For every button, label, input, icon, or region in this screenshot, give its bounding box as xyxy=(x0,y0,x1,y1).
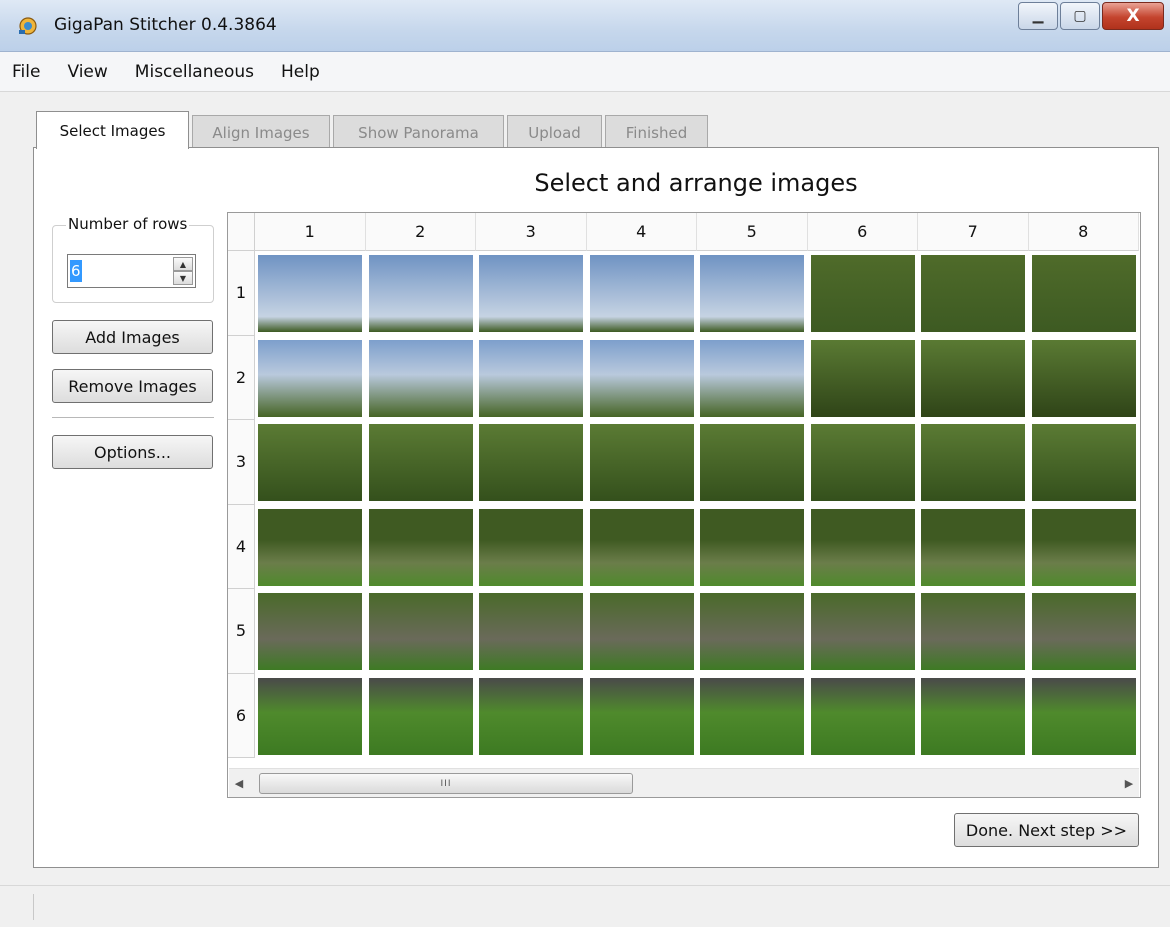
image-thumbnail[interactable] xyxy=(589,424,694,501)
maximize-button[interactable]: ▢ xyxy=(1060,2,1100,30)
image-thumbnail[interactable] xyxy=(1031,339,1136,417)
remove-images-button[interactable]: Remove Images xyxy=(52,369,213,403)
image-thumbnail[interactable] xyxy=(921,508,1025,586)
column-header: 7 xyxy=(918,213,1029,251)
row-header: 6 xyxy=(228,673,255,758)
image-thumbnail[interactable] xyxy=(1031,593,1136,670)
scroll-left-icon[interactable]: ◀ xyxy=(231,775,247,791)
image-thumbnail[interactable] xyxy=(479,677,583,755)
image-thumbnail[interactable] xyxy=(479,339,583,417)
image-thumbnail[interactable] xyxy=(700,339,804,417)
minimize-button[interactable]: ▁ xyxy=(1018,2,1058,30)
image-thumbnail[interactable] xyxy=(810,255,915,332)
scroll-right-icon[interactable]: ▶ xyxy=(1121,775,1137,791)
column-header: 1 xyxy=(255,213,366,251)
spin-down-icon[interactable]: ▼ xyxy=(173,271,193,285)
app-icon xyxy=(19,17,37,35)
image-thumbnail[interactable] xyxy=(810,339,915,417)
image-thumbnail[interactable] xyxy=(368,424,473,501)
image-thumbnail[interactable] xyxy=(368,339,473,417)
spin-up-icon[interactable]: ▲ xyxy=(173,257,193,271)
status-bar xyxy=(0,885,1170,927)
menu-help[interactable]: Help xyxy=(281,62,320,82)
options-button[interactable]: Options... xyxy=(52,435,213,469)
image-thumbnail[interactable] xyxy=(1031,508,1136,586)
image-thumbnail[interactable] xyxy=(921,593,1025,670)
row-header: 5 xyxy=(228,589,255,674)
rows-value[interactable]: 6 xyxy=(70,260,82,282)
close-button[interactable]: X xyxy=(1102,2,1164,30)
image-thumbnail[interactable] xyxy=(1031,677,1136,755)
tab-select-images[interactable]: Select Images xyxy=(36,111,189,149)
divider xyxy=(52,417,214,418)
image-thumbnail[interactable] xyxy=(479,424,583,501)
image-thumbnail[interactable] xyxy=(700,677,804,755)
title-bar: GigaPan Stitcher 0.4.3864 ▁ ▢ X xyxy=(0,0,1170,52)
image-thumbnail[interactable] xyxy=(810,593,915,670)
page-title: Select and arrange images xyxy=(534,169,858,197)
row-header: 1 xyxy=(228,251,255,336)
image-thumbnail[interactable] xyxy=(589,255,694,332)
image-thumbnail[interactable] xyxy=(258,255,362,332)
status-divider xyxy=(33,894,34,920)
grid-corner xyxy=(228,213,255,251)
row-header: 2 xyxy=(228,335,255,420)
tab-finished[interactable]: Finished xyxy=(605,115,708,149)
column-header: 3 xyxy=(476,213,587,251)
tab-upload[interactable]: Upload xyxy=(507,115,602,149)
image-thumbnail[interactable] xyxy=(700,255,804,332)
add-images-button[interactable]: Add Images xyxy=(52,320,213,354)
image-thumbnail[interactable] xyxy=(589,593,694,670)
scrollbar-thumb[interactable]: III xyxy=(259,773,633,794)
image-thumbnail[interactable] xyxy=(368,508,473,586)
row-header: 4 xyxy=(228,504,255,589)
image-thumbnail[interactable] xyxy=(700,508,804,586)
image-thumbnail[interactable] xyxy=(258,424,362,501)
image-thumbnail[interactable] xyxy=(921,255,1025,332)
menu-bar: File View Miscellaneous Help xyxy=(0,52,1170,92)
image-thumbnail[interactable] xyxy=(1031,424,1136,501)
rows-spinbox[interactable]: 6 ▲ ▼ xyxy=(67,254,196,288)
image-thumbnail[interactable] xyxy=(589,508,694,586)
column-header: 6 xyxy=(807,213,918,251)
column-header: 2 xyxy=(365,213,476,251)
image-thumbnail[interactable] xyxy=(368,255,473,332)
rows-group-label: Number of rows xyxy=(66,215,190,233)
image-thumbnail[interactable] xyxy=(589,339,694,417)
image-thumbnail[interactable] xyxy=(368,677,473,755)
image-thumbnail[interactable] xyxy=(810,424,915,501)
row-header: 3 xyxy=(228,420,255,505)
image-thumbnail[interactable] xyxy=(479,255,583,332)
column-header: 4 xyxy=(586,213,697,251)
image-thumbnail[interactable] xyxy=(479,593,583,670)
image-thumbnail[interactable] xyxy=(921,677,1025,755)
tab-show-panorama[interactable]: Show Panorama xyxy=(333,115,504,149)
image-thumbnail[interactable] xyxy=(810,508,915,586)
image-thumbnail[interactable] xyxy=(921,339,1025,417)
column-header: 8 xyxy=(1028,213,1139,251)
image-grid: ◀ III ▶ 12345678123456 xyxy=(227,212,1141,798)
image-thumbnail[interactable] xyxy=(479,508,583,586)
image-thumbnail[interactable] xyxy=(258,508,362,586)
window-title: GigaPan Stitcher 0.4.3864 xyxy=(54,15,277,35)
image-thumbnail[interactable] xyxy=(810,677,915,755)
image-thumbnail[interactable] xyxy=(368,593,473,670)
menu-view[interactable]: View xyxy=(67,62,107,82)
image-thumbnail[interactable] xyxy=(700,593,804,670)
tab-align-images[interactable]: Align Images xyxy=(192,115,330,149)
image-thumbnail[interactable] xyxy=(258,593,362,670)
image-thumbnail[interactable] xyxy=(589,677,694,755)
image-thumbnail[interactable] xyxy=(921,424,1025,501)
menu-file[interactable]: File xyxy=(12,62,40,82)
image-thumbnail[interactable] xyxy=(700,424,804,501)
image-thumbnail[interactable] xyxy=(258,339,362,417)
image-thumbnail[interactable] xyxy=(1031,255,1136,332)
done-next-step-button[interactable]: Done. Next step >> xyxy=(954,813,1139,847)
menu-miscellaneous[interactable]: Miscellaneous xyxy=(135,62,254,82)
image-thumbnail[interactable] xyxy=(258,677,362,755)
column-header: 5 xyxy=(697,213,808,251)
horizontal-scrollbar[interactable]: ◀ III ▶ xyxy=(229,768,1139,797)
